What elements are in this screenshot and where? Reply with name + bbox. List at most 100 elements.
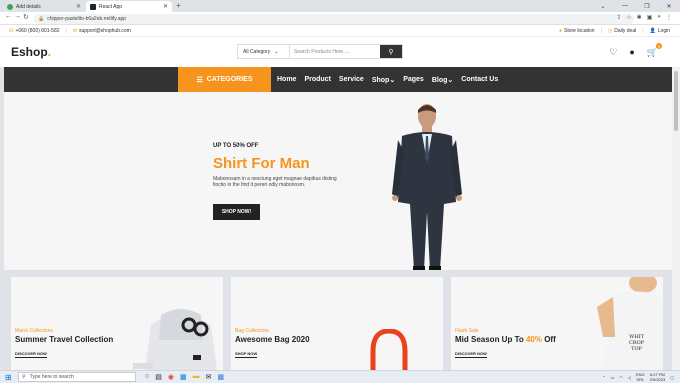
- url-field[interactable]: 🔒 chipper-pastelito-b6a2eb.netlify.app: [34, 13, 634, 24]
- card-title: Awesome Bag 2020: [235, 335, 310, 344]
- notification-icon[interactable]: ▢: [670, 375, 674, 380]
- browser-tab-bar: Add details ✕ React App ✕ + ⌄ — ❐ ✕: [0, 0, 680, 12]
- close-icon[interactable]: ✕: [163, 3, 168, 10]
- wifi-icon[interactable]: ◠: [619, 375, 623, 380]
- chevron-up-icon[interactable]: ⌃: [602, 375, 605, 380]
- page-scrollbar[interactable]: [672, 67, 680, 370]
- share-icon[interactable]: ⇪: [616, 14, 621, 21]
- network-icon[interactable]: ▭: [611, 375, 615, 380]
- mail-icon[interactable]: ✉: [206, 373, 212, 381]
- discover-now-button[interactable]: DISCOVER NOW: [455, 351, 487, 358]
- chevron-down-icon[interactable]: ⌄: [592, 0, 614, 12]
- back-icon[interactable]: ←: [5, 13, 12, 20]
- star-icon[interactable]: ☆: [626, 14, 631, 21]
- card-subtitle: Flash Sale: [455, 328, 479, 334]
- travel-collection-image: [133, 309, 217, 370]
- cart-count-badge: 0: [656, 43, 662, 49]
- site-logo[interactable]: Eshop.: [11, 45, 51, 59]
- task-view-icon[interactable]: ▤: [155, 373, 162, 381]
- lock-icon: 🔒: [38, 15, 45, 22]
- account-icon[interactable]: ●: [629, 47, 634, 58]
- tshirt-print-line: TOP: [631, 346, 642, 352]
- hero-title: Shirt For Man: [213, 155, 310, 172]
- search-input[interactable]: Search Products Here.....: [290, 45, 380, 58]
- header-icons: ♡ ● 🛒 0: [609, 43, 662, 58]
- chrome-icon[interactable]: ◉: [168, 373, 174, 381]
- language-indicator[interactable]: ENG SRL: [636, 372, 645, 382]
- reload-icon[interactable]: ↻: [23, 13, 29, 21]
- chevron-down-icon: ⌄: [274, 48, 279, 55]
- hero-banner: UP TO 50% OFF Shirt For Man Mabonosam in…: [4, 92, 672, 270]
- clock[interactable]: 6:27 PM 2/9/2023: [650, 372, 666, 382]
- browser-tab-add-details[interactable]: Add details ✕: [3, 1, 85, 12]
- taskbar-search-input[interactable]: ⚲ Type here to search: [18, 372, 136, 382]
- chevron-down-icon: ⌄: [389, 76, 396, 84]
- categories-button[interactable]: ☰ CATEGORIES: [178, 67, 271, 92]
- promo-card-flash-sale[interactable]: WHIT CROP TOP Flash Sale Mid Season Up T…: [451, 277, 663, 370]
- new-tab-icon[interactable]: +: [176, 1, 181, 10]
- phone-text: +060 (800) 801-582: [15, 28, 60, 34]
- close-icon[interactable]: ✕: [76, 3, 81, 10]
- volume-icon[interactable]: ◁: [628, 375, 631, 380]
- browser-toolbar-icons: ⇪ ☆ ✱ ▣ ● ⋮: [616, 14, 672, 21]
- shop-now-button[interactable]: SHOP NOW: [235, 351, 258, 358]
- store-location-link[interactable]: ● Store location: [559, 28, 595, 34]
- url-text: chipper-pastelito-b6a2eb.netlify.app: [47, 15, 127, 22]
- nav-shop[interactable]: Shop⌄: [372, 76, 395, 84]
- windows-start-icon[interactable]: ⊞: [5, 373, 12, 382]
- tab-favicon-icon: [7, 3, 13, 10]
- close-window-icon[interactable]: ✕: [658, 0, 680, 12]
- date-text: 2/9/2023: [649, 377, 666, 382]
- nav-links: Home Product Service Shop⌄ Pages Blog⌄ C…: [277, 67, 498, 92]
- email-text: support@shophub.com: [79, 28, 131, 34]
- card-title: Summer Travel Collection: [15, 335, 113, 344]
- wishlist-heart-icon[interactable]: ♡: [609, 47, 617, 58]
- card-subtitle: Man's Collectons: [15, 328, 53, 334]
- promo-card-bag[interactable]: Bag Collectons Awesome Bag 2020 SHOP NOW: [231, 277, 443, 370]
- tshirt-print: WHIT CROP TOP: [629, 334, 644, 352]
- mail-icon: ✉: [72, 28, 78, 34]
- login-link[interactable]: 👤 Login: [650, 28, 670, 34]
- card-title-after: Off: [541, 335, 556, 344]
- scrollbar-thumb[interactable]: [674, 71, 678, 131]
- nav-product[interactable]: Product: [304, 76, 330, 83]
- file-explorer-icon[interactable]: ▬: [193, 373, 200, 381]
- nav-home[interactable]: Home: [277, 76, 296, 83]
- nav-pages[interactable]: Pages: [403, 76, 424, 83]
- region-text: SRL: [636, 377, 645, 382]
- sidebar-icon[interactable]: ▣: [647, 14, 653, 21]
- nav-blog[interactable]: Blog⌄: [432, 76, 453, 84]
- nav-service[interactable]: Service: [339, 76, 364, 83]
- nav-contact[interactable]: Contact Us: [461, 76, 498, 83]
- categories-label: CATEGORIES: [206, 76, 253, 83]
- maximize-icon[interactable]: ❐: [636, 0, 658, 12]
- cart-icon[interactable]: 🛒 0: [647, 43, 662, 58]
- extensions-icon[interactable]: ✱: [637, 14, 642, 21]
- logo-dot: .: [47, 45, 52, 59]
- browser-tab-react-app[interactable]: React App ✕: [86, 1, 172, 12]
- hero-shop-now-button[interactable]: SHOP NOW!: [213, 204, 260, 220]
- forward-icon[interactable]: →: [14, 13, 21, 20]
- store-icon[interactable]: ▦: [180, 373, 187, 381]
- search-icon: ⚲: [22, 374, 26, 380]
- card-title-text: Awesome Bag 2020: [235, 335, 310, 344]
- discover-now-button[interactable]: DISCOVER NOW: [15, 351, 47, 358]
- hero-model-image: [392, 104, 462, 270]
- menu-icon[interactable]: ⋮: [666, 14, 672, 21]
- promo-card-summer[interactable]: Man's Collectons Summer Travel Collectio…: [11, 277, 223, 370]
- app-icon[interactable]: ▩: [217, 373, 224, 381]
- profile-icon[interactable]: ●: [657, 14, 661, 21]
- card-title-highlight: 40%: [525, 335, 542, 344]
- search-placeholder: Search Products Here.....: [294, 48, 351, 55]
- daily-deal-link[interactable]: ◷ Daily deal: [608, 28, 636, 34]
- chevron-down-icon: ⌄: [447, 76, 454, 84]
- daily-deal-text: Daily deal: [614, 28, 637, 34]
- category-select[interactable]: All Category ⌄: [238, 45, 290, 58]
- cortana-icon[interactable]: ○: [145, 373, 149, 381]
- headset-icon: ☊: [9, 28, 14, 34]
- card-title-text: Summer Travel Collection: [15, 335, 114, 344]
- search-button[interactable]: ⚲: [380, 45, 402, 58]
- tab-title: Add details: [16, 3, 41, 10]
- minimize-icon[interactable]: —: [614, 0, 636, 12]
- clock-icon: ◷: [607, 28, 613, 34]
